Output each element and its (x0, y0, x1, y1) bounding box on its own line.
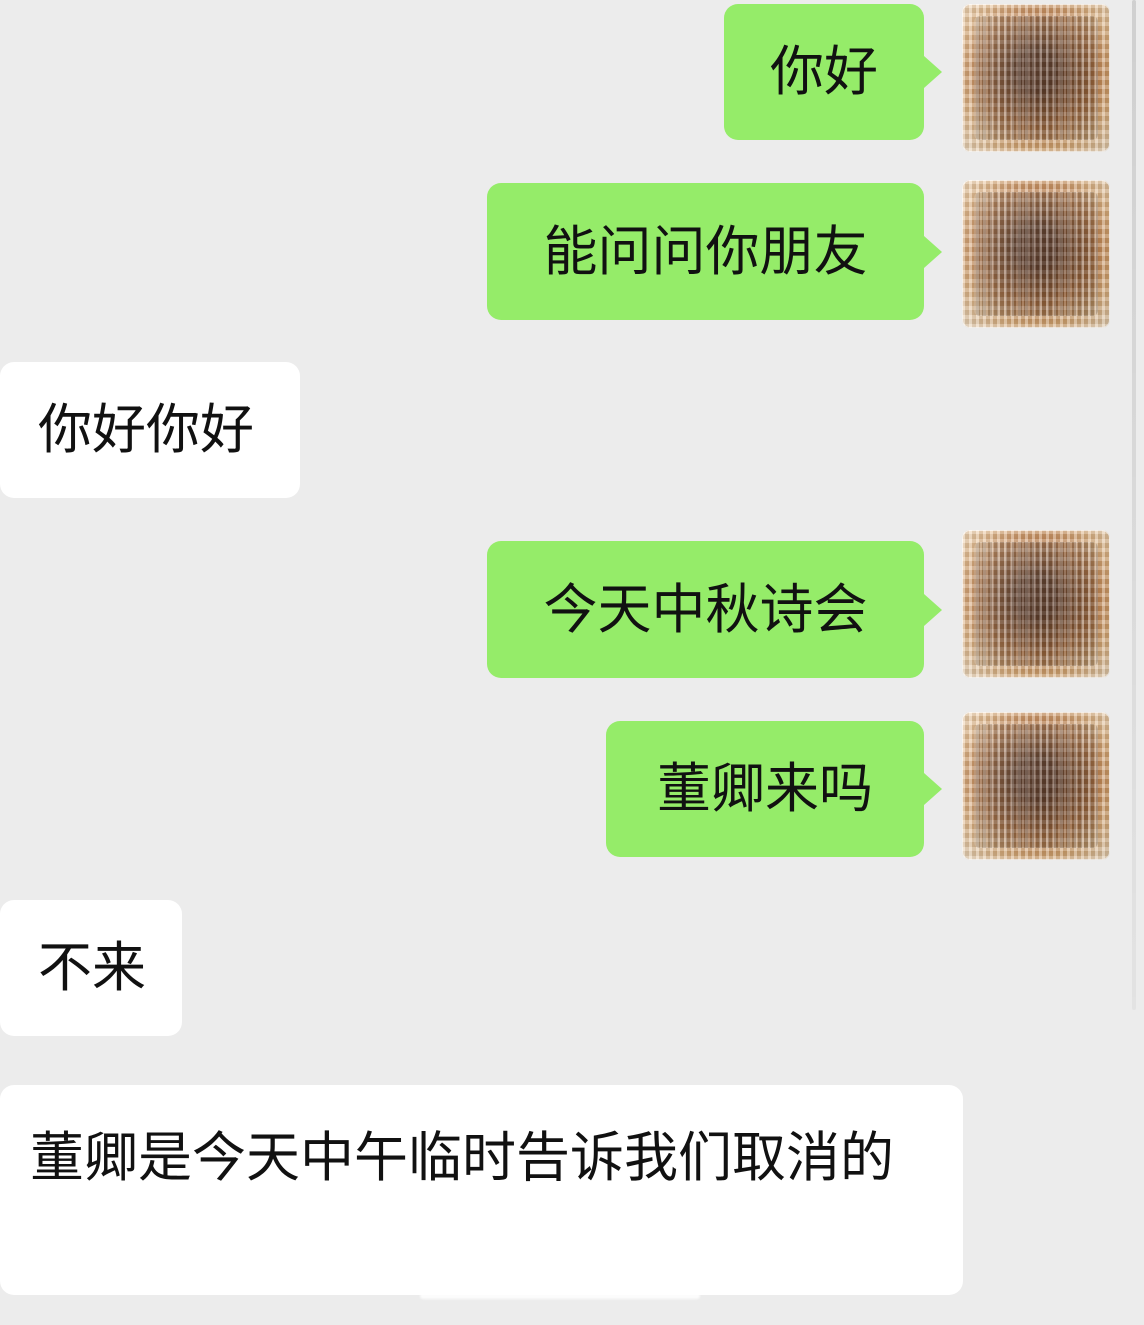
message-text: 董卿是今天中午临时告诉我们取消的 (30, 1126, 894, 1189)
message-text: 你好 (770, 40, 878, 103)
user-avatar-icon[interactable] (962, 4, 1110, 152)
message-text: 你好你好 (38, 398, 254, 461)
sent-message-bubble[interactable]: 你好 (724, 4, 924, 140)
received-message-bubble[interactable]: 你好你好 (0, 362, 300, 498)
message-text: 董卿来吗 (657, 757, 873, 820)
user-avatar-icon[interactable] (962, 712, 1110, 860)
chat-conversation: 你好 能问问你朋友 你好你好 今天中秋诗会 董卿来吗 不来 董卿是今天中午临时告… (0, 0, 1144, 1325)
received-message-bubble[interactable]: 董卿是今天中午临时告诉我们取消的 (0, 1085, 963, 1295)
sent-message-bubble[interactable]: 今天中秋诗会 (487, 541, 924, 678)
sent-message-bubble[interactable]: 董卿来吗 (606, 721, 924, 857)
user-avatar-icon[interactable] (962, 180, 1110, 328)
user-avatar-icon[interactable] (962, 530, 1110, 678)
scrollbar[interactable] (1132, 0, 1136, 1010)
message-text: 能问问你朋友 (543, 219, 868, 283)
received-message-bubble[interactable]: 不来 (0, 900, 182, 1036)
message-text: 今天中秋诗会 (543, 577, 868, 641)
bottom-indicator (420, 1293, 700, 1299)
sent-message-bubble[interactable]: 能问问你朋友 (487, 183, 924, 320)
message-text: 不来 (38, 936, 146, 999)
